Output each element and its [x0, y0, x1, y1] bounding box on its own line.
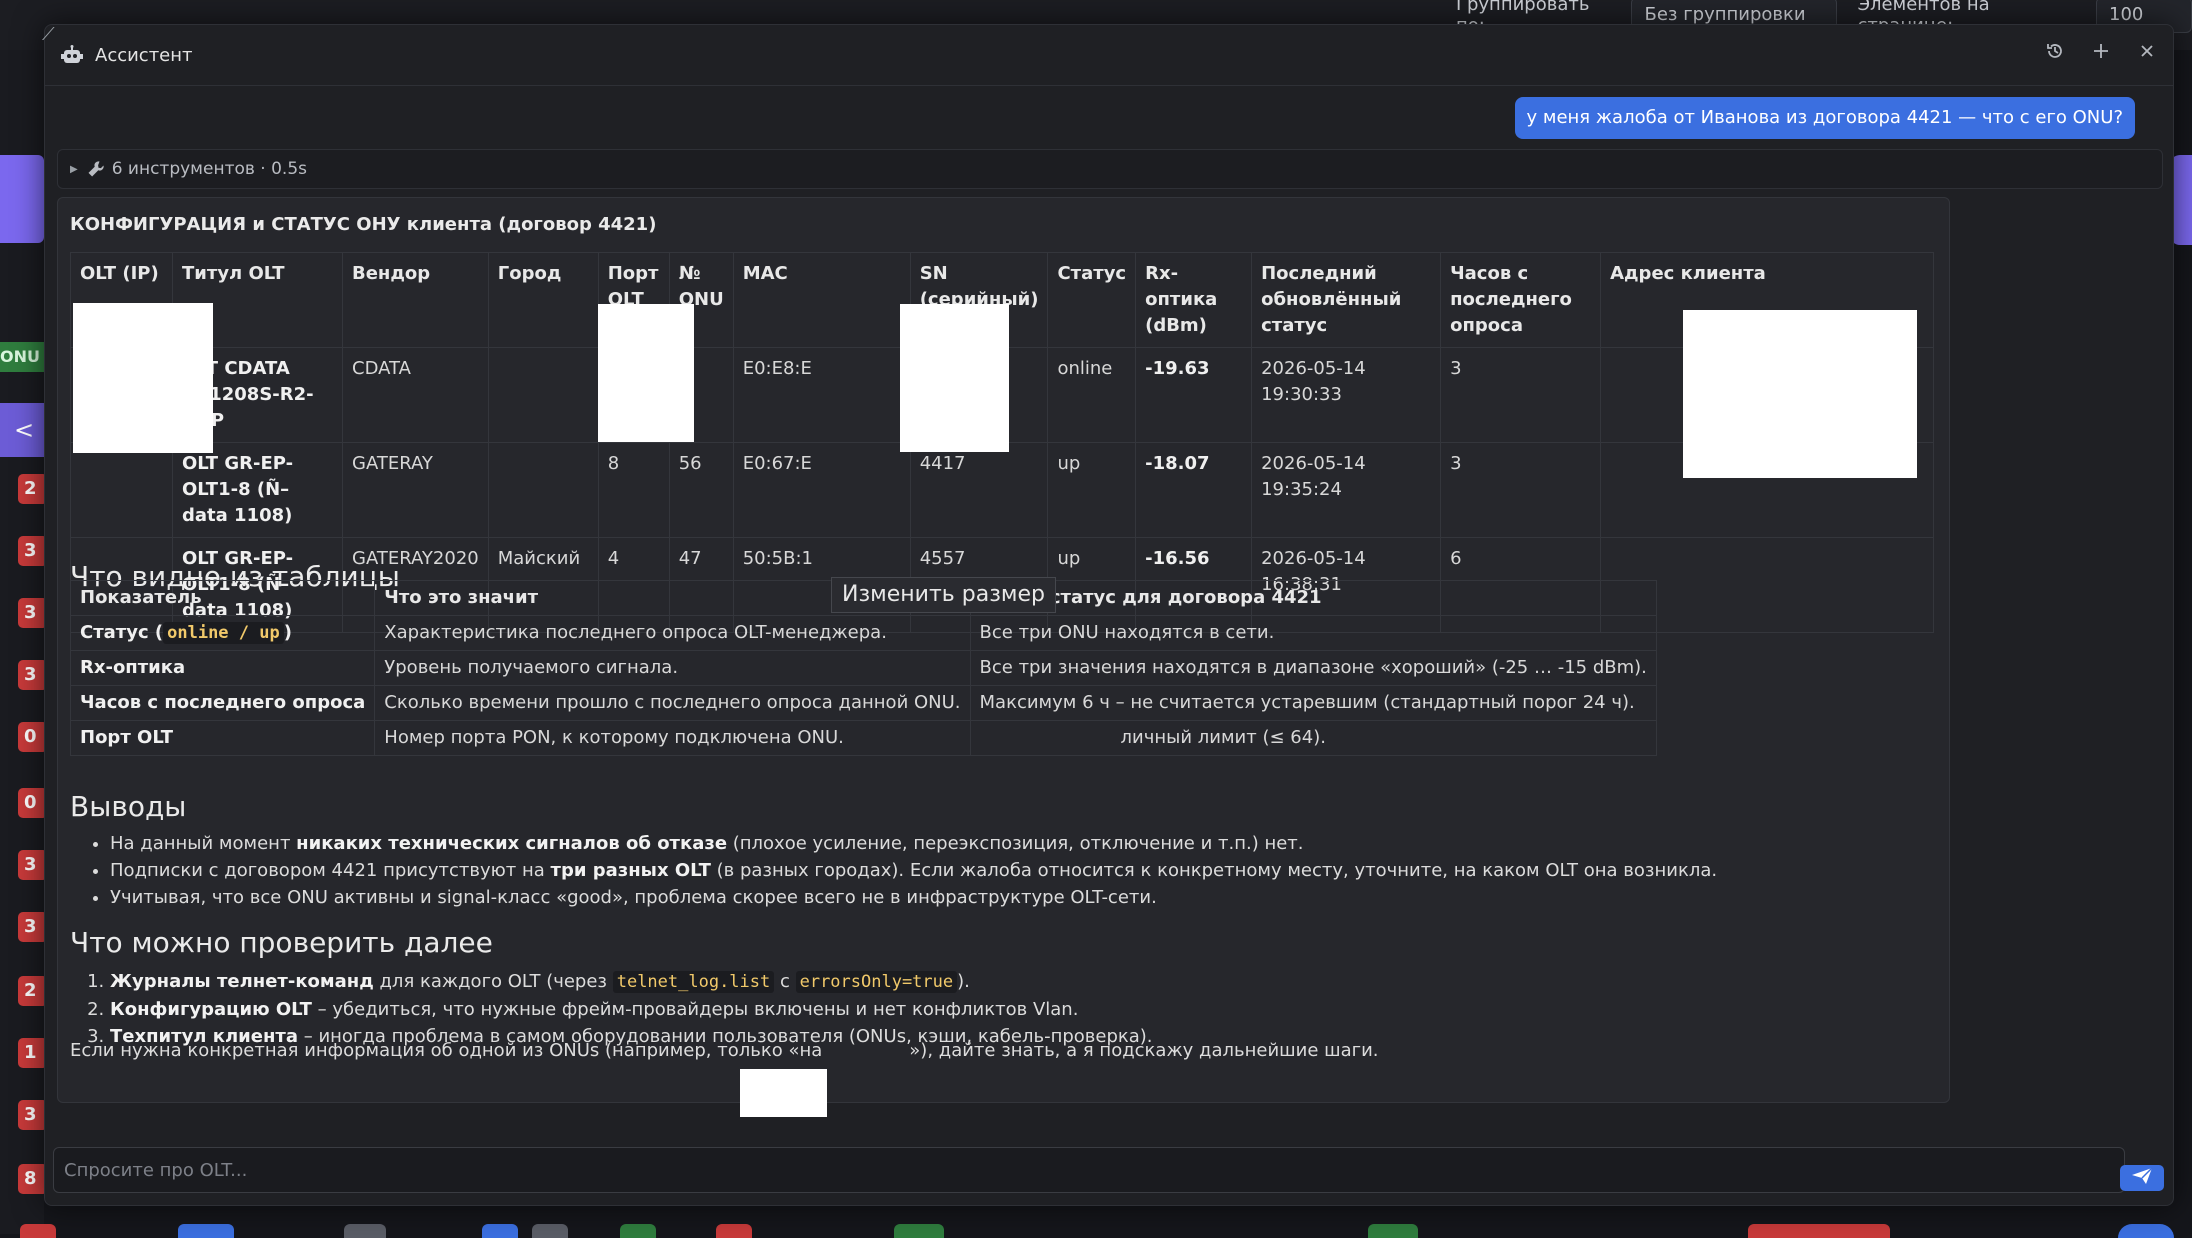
table-row: Часов с последнего опроса Сколько времен…: [69, 685, 1657, 721]
contract-status-cell: Все три ONU находятся в сети.: [969, 615, 1657, 651]
hours-cell: 3: [1440, 347, 1602, 443]
last-status-cell: 2026-05-14 19:30:33: [1251, 347, 1442, 443]
contract-status-cell: личный лимит (≤ 64).: [969, 720, 1657, 756]
contract-status-cell: Все три значения находятся в диапазоне «…: [969, 650, 1657, 686]
list-item: Учитывая, что все ONU активны и signal-к…: [110, 884, 1717, 911]
redaction-box: [740, 1069, 827, 1117]
chat-input[interactable]: [54, 1148, 2124, 1192]
meaning-cell: Сколько времени прошло с последнего опро…: [374, 685, 971, 721]
section-title-next-steps: Что можно проверить далее: [70, 926, 493, 959]
column-header: Какой статус для договора 4421: [969, 580, 1657, 616]
caret-right-icon: ▶: [70, 163, 78, 175]
onu-number-cell: 56: [668, 442, 734, 538]
vendor-cell: GATERAY: [342, 442, 489, 538]
column-header: Город: [487, 252, 599, 348]
background-chip: [532, 1224, 568, 1238]
list-item: Журналы телнет-команд для каждого OLT (ч…: [110, 968, 1153, 996]
status-cell: online: [1047, 347, 1137, 443]
robot-icon: [61, 44, 83, 66]
redaction-box: [1683, 310, 1917, 478]
meaning-cell: Характеристика последнего опроса OLT-мен…: [374, 615, 971, 651]
tools-summary-toggle[interactable]: ▶ 6 инструментов · 0.5s: [57, 149, 2163, 189]
resize-handle-icon[interactable]: ⟋: [42, 24, 55, 45]
last-status-cell: 2026-05-14 19:35:24: [1251, 442, 1442, 538]
status-cell: up: [1047, 442, 1137, 538]
close-icon[interactable]: [2135, 41, 2159, 65]
panel-header: Ассистент: [45, 25, 2173, 86]
status-label: Статус: [80, 622, 149, 643]
indicator-cell: Порт OLT: [69, 720, 376, 756]
next-steps-list: Журналы телнет-команд для каждого OLT (ч…: [70, 968, 1153, 1050]
send-button[interactable]: [2120, 1165, 2164, 1191]
background-onu-tab[interactable]: ONU в: [0, 342, 44, 372]
city-cell: [487, 442, 599, 538]
send-icon: [2131, 1167, 2153, 1189]
section-title-conclusions: Выводы: [70, 790, 187, 823]
column-header: Часов с последнего опроса: [1440, 252, 1602, 348]
city-cell: [487, 347, 599, 443]
olt-title-cell: OLT GR-EP-OLT1-8 (Ñ–data 1108): [172, 442, 343, 538]
column-header: Показатель: [69, 580, 376, 616]
mac-cell: E0:67:E: [732, 442, 911, 538]
background-back-button[interactable]: <: [0, 403, 44, 457]
status-code: online / up: [163, 622, 284, 644]
background-chip: [894, 1224, 944, 1238]
column-header: Статус: [1047, 252, 1137, 348]
olt-ip-cell: [70, 442, 173, 538]
inline-code: telnet_log.list: [612, 971, 775, 993]
conclusions-list: На данный момент никаких технических сиг…: [70, 830, 1717, 911]
resize-tooltip: Изменить размер: [831, 577, 1056, 613]
answer-heading: КОНФИГУРАЦИЯ и СТАТУС ОНУ клиента (догов…: [70, 214, 657, 235]
port-cell: 8: [597, 442, 670, 538]
background-chip: [20, 1224, 56, 1238]
column-header: Последний обновлённый статус: [1251, 252, 1442, 348]
assistant-panel: Ассистент у меня жалоба от Иванова из до…: [44, 24, 2174, 1206]
background-chip: [1748, 1224, 1890, 1238]
background-chip: [1368, 1224, 1418, 1238]
list-item: Конфигурацию OLT – убедиться, что нужные…: [110, 996, 1153, 1023]
column-header: MAC: [732, 252, 911, 348]
background-chip: [482, 1224, 518, 1238]
rx-cell: -18.07: [1135, 442, 1253, 538]
mac-cell: E0:E8:E: [732, 347, 911, 443]
panel-title: Ассистент: [95, 44, 193, 66]
meaning-cell: Номер порта PON, к которому подключена O…: [374, 720, 971, 756]
background-chip: [2118, 1224, 2174, 1238]
redaction-box: [900, 304, 1009, 452]
column-header: Rx-оптика (dBm): [1135, 252, 1253, 348]
background-chip: [620, 1224, 656, 1238]
indicator-cell: Часов с последнего опроса: [69, 685, 376, 721]
tools-summary-text: 6 инструментов · 0.5s: [111, 159, 308, 179]
table-row: Статус (online / up) Характеристика посл…: [69, 615, 1657, 651]
history-icon[interactable]: [2043, 41, 2067, 65]
redaction-box: [598, 304, 694, 442]
redaction-box: [73, 303, 213, 453]
vendor-cell: CDATA: [342, 347, 489, 443]
background-chip: [178, 1224, 234, 1238]
user-message-bubble: у меня жалоба от Иванова из договора 442…: [1514, 97, 2135, 139]
background-accent-card: [0, 155, 44, 243]
background-chip: [716, 1224, 752, 1238]
column-header: Вендор: [342, 252, 489, 348]
list-item: На данный момент никаких технических сиг…: [110, 830, 1717, 857]
contract-status-cell: Максимум 6 ч – не считается устаревшим (…: [969, 685, 1657, 721]
table-row: Порт OLT Номер порта PON, к которому под…: [69, 720, 1657, 756]
list-item: Подписки с договором 4421 присутствуют н…: [110, 857, 1717, 884]
indicator-cell: Статус (online / up): [69, 615, 376, 651]
inline-code: errorsOnly=true: [795, 971, 958, 993]
background-chip: [344, 1224, 386, 1238]
chat-input-wrapper: [53, 1147, 2125, 1193]
wrench-icon: [86, 159, 106, 179]
table-row: Rx-оптика Уровень получаемого сигнала. В…: [69, 650, 1657, 686]
assistant-message: КОНФИГУРАЦИЯ и СТАТУС ОНУ клиента (догов…: [57, 197, 1950, 1117]
meaning-cell: Уровень получаемого сигнала.: [374, 650, 971, 686]
indicator-cell: Rx-оптика: [69, 650, 376, 686]
plus-icon[interactable]: [2089, 41, 2113, 65]
table-row: OLT GR-EP-OLT1-8 (Ñ–data 1108) GATERAY 8…: [70, 442, 1934, 538]
final-note: Если нужна конкретная информация об одно…: [70, 1040, 1379, 1061]
rx-cell: -19.63: [1135, 347, 1253, 443]
hours-cell: 3: [1440, 442, 1602, 538]
sn-cell: 4417: [909, 442, 1049, 538]
